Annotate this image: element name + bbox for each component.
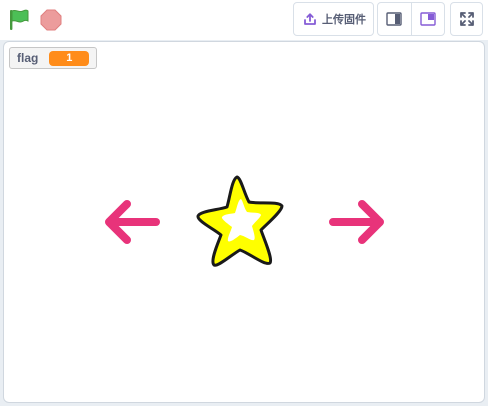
upload-firmware-label: 上传固件 [322, 13, 366, 26]
star-sprite[interactable] [194, 173, 286, 269]
variable-monitor[interactable]: flag 1 [9, 47, 98, 69]
variable-monitor-value: 1 [49, 50, 90, 66]
green-flag-button[interactable] [6, 7, 32, 33]
left-arrow-sprite[interactable] [102, 198, 162, 246]
right-arrow-sprite[interactable] [327, 198, 387, 246]
fullscreen-icon [459, 12, 474, 26]
variable-monitor-label: flag [17, 51, 39, 65]
stage-canvas[interactable]: flag 1 [3, 41, 485, 403]
stop-icon [40, 9, 62, 31]
upload-icon [304, 13, 316, 25]
fullscreen-button[interactable] [450, 2, 483, 36]
large-stage-icon [420, 12, 436, 26]
stage-header-toolbar: 上传固件 [0, 0, 488, 40]
large-stage-button[interactable] [412, 3, 445, 35]
stage-size-toggle [377, 2, 445, 36]
small-stage-button[interactable] [378, 3, 412, 35]
stop-button[interactable] [38, 7, 64, 33]
green-flag-icon [10, 9, 29, 30]
small-stage-icon [386, 12, 402, 26]
upload-firmware-button[interactable]: 上传固件 [293, 2, 374, 36]
